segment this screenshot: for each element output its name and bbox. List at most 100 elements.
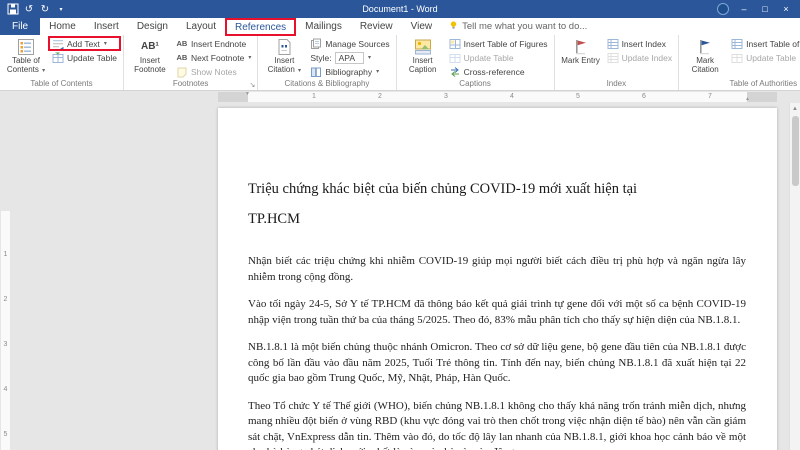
tab-layout[interactable]: Layout [177,18,225,35]
save-icon[interactable] [6,2,20,16]
document-page[interactable]: Triệu chứng khác biệt của biến chủng COV… [218,108,777,450]
insert-citation-icon [275,37,293,56]
update-table-icon [52,52,64,64]
bibliography-icon [310,66,322,78]
manage-sources-icon [310,38,322,50]
table-of-contents-label: Table of Contents [6,56,41,74]
table-of-contents-button[interactable]: Table of Contents ▾ [3,36,49,78]
scrollbar-thumb[interactable] [792,116,799,186]
heading-line-1: Triệu chứng khác biệt của biến chủng COV… [248,181,638,197]
show-notes-button[interactable]: Show Notes [173,65,254,78]
paragraph[interactable]: Theo Tổ chức Y tế Thế giới (WHO), biến c… [248,399,746,450]
insert-table-of-authorities-icon [731,38,743,50]
horizontal-ruler: 1 2 3 4 5 6 7 ▼ ▲ [0,91,800,103]
next-footnote-icon: AB [176,53,188,62]
insert-footnote-icon: AB¹ [141,41,159,52]
tab-view[interactable]: View [402,18,442,35]
ribbon-group-table-of-contents: Table of Contents ▾ Add Text ▾ Update Ta… [0,35,124,90]
redo-icon[interactable]: ↻ [38,2,52,16]
scroll-up-icon[interactable]: ▲ [790,103,800,115]
ruler-number: 5 [3,431,8,438]
bibliography-label: Bibliography [325,66,373,77]
bibliography-button[interactable]: Bibliography ▾ [307,65,392,78]
window-title: Document1 - Word [362,4,438,14]
group-label-footnotes: Footnotes [172,79,209,88]
quick-access-toolbar: ↺ ↻ ▾ [0,2,68,16]
manage-sources-button[interactable]: Manage Sources [307,37,392,50]
add-text-icon [52,38,64,50]
indent-marker-right[interactable]: ▲ [745,97,750,102]
mark-citation-button[interactable]: Mark Citation [682,36,728,78]
ribbon-tab-bar: File Home Insert Design Layout Reference… [0,18,800,36]
cross-reference-button[interactable]: Cross-reference [446,65,551,78]
style-label: Style: [310,52,332,63]
tab-home[interactable]: Home [40,18,85,35]
undo-icon[interactable]: ↺ [22,2,36,16]
paragraph[interactable]: Nhận biết các triệu chứng khi nhiễm COVI… [248,254,746,285]
update-index-button[interactable]: Update Index [604,51,676,64]
tell-me-box[interactable]: Tell me what you want to do... [441,18,595,35]
update-table-button[interactable]: Update Table [49,51,120,64]
tab-insert[interactable]: Insert [85,18,128,35]
mark-citation-icon [696,37,714,56]
vertical-scrollbar[interactable]: ▲ [789,103,800,450]
update-table-authorities-icon [731,52,743,64]
minimize-button[interactable]: – [734,1,754,17]
insert-caption-icon [414,37,432,56]
next-footnote-button[interactable]: AB Next Footnote ▾ [173,51,254,64]
paragraph[interactable]: Vào tối ngày 24-5, Sở Y tế TP.HCM đã thô… [248,297,746,328]
mark-entry-icon [572,37,590,56]
insert-index-button[interactable]: Insert Index [604,37,676,50]
tab-references[interactable]: References [225,18,297,36]
mark-citation-label: Mark Citation [691,56,719,74]
document-area: 1 2 3 4 5 6 7 Triệu chứng khác biệt của … [0,103,800,450]
mark-entry-label: Mark Entry [561,56,600,65]
ribbon: Table of Contents ▾ Add Text ▾ Update Ta… [0,35,800,91]
insert-caption-button[interactable]: Insert Caption [400,36,446,78]
insert-endnote-icon: AB [176,39,188,48]
qat-customize-icon[interactable]: ▾ [54,2,68,16]
restore-button[interactable]: □ [755,1,775,17]
tab-mailings[interactable]: Mailings [296,18,351,35]
manage-sources-label: Manage Sources [325,38,390,49]
group-label-captions: Captions [459,79,491,88]
paragraph[interactable]: NB.1.8.1 là một biến chủng thuộc nhánh O… [248,340,746,387]
cross-reference-label: Cross-reference [463,66,525,77]
mark-entry-button[interactable]: Mark Entry [558,36,604,78]
tab-file[interactable]: File [0,18,41,35]
group-label-table-of-authorities: Table of Authorities [729,79,798,88]
tell-me-text: Tell me what you want to do... [462,21,588,32]
ribbon-group-captions: Insert Caption Insert Table of Figures U… [397,35,555,90]
ruler-text-region: 1 2 3 4 5 6 7 ▼ ▲ [245,92,750,102]
insert-citation-button[interactable]: Insert Citation ▾ [261,36,307,78]
ribbon-group-table-of-authorities: Mark Citation Insert Table of Authoritie… [679,35,800,90]
insert-table-of-authorities-button[interactable]: Insert Table of Authorities [728,37,800,50]
ruler-number: 7 [708,93,712,100]
insert-table-of-figures-button[interactable]: Insert Table of Figures [446,37,551,50]
document-heading[interactable]: Triệu chứng khác biệt của biến chủng COV… [248,174,746,234]
insert-footnote-button[interactable]: AB¹ Insert Footnote [127,36,173,78]
insert-table-of-figures-icon [449,38,461,50]
insert-endnote-button[interactable]: AB Insert Endnote [173,37,254,50]
tab-design[interactable]: Design [128,18,177,35]
group-label-table-of-contents: Table of Contents [30,79,93,88]
footnotes-dialog-launcher-icon[interactable]: ↘ [249,82,255,89]
update-table-authorities-button[interactable]: Update Table [728,51,800,64]
style-combo[interactable]: APA [334,51,364,64]
group-label-index: Index [606,79,627,88]
next-footnote-label: Next Footnote [190,52,245,63]
ruler-number: 4 [510,93,514,100]
indent-marker-left[interactable]: ▼ [245,92,250,97]
account-avatar[interactable] [717,3,729,15]
dropdown-arrow-icon: ▾ [103,41,107,47]
add-text-button[interactable]: Add Text ▾ [48,36,121,51]
close-button[interactable]: × [776,1,796,17]
insert-table-of-authorities-label: Insert Table of Authorities [746,38,800,49]
ruler-number: 3 [3,341,8,348]
insert-table-of-figures-label: Insert Table of Figures [463,38,548,49]
ruler-number: 6 [642,93,646,100]
dropdown-arrow-icon: ▾ [376,69,380,75]
tab-review[interactable]: Review [351,18,402,35]
update-table-captions-button[interactable]: Update Table [446,51,551,64]
ruler-number: 5 [576,93,580,100]
